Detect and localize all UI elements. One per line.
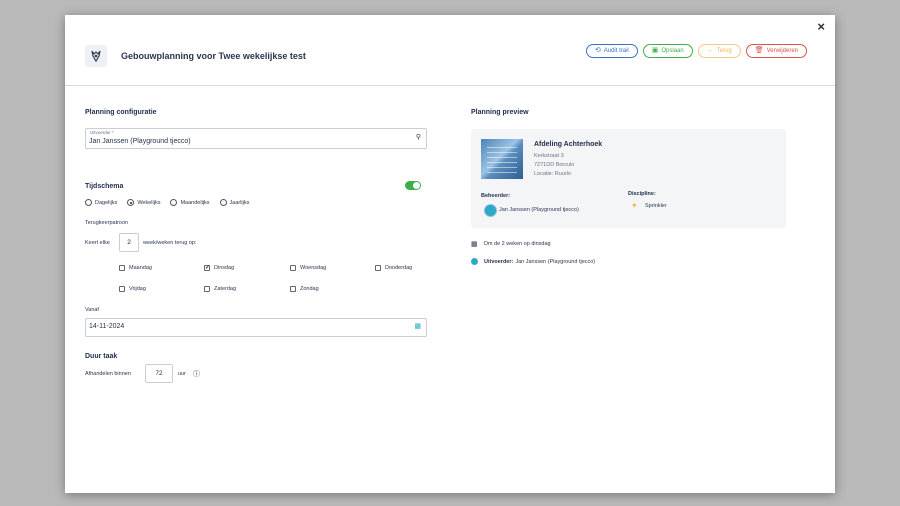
vanaf-date-input[interactable]: 14-11-2024 ▦ [85,318,427,337]
checkbox-box [204,264,210,271]
radio-maandelijks[interactable]: Maandelijks [170,199,210,206]
repeat-prefix: Keert elke [85,240,110,246]
building-street: Kerkstraat 3 [534,153,564,159]
building-location: Locatie: Ruurlo [534,171,571,177]
preview-section-title: Planning preview [471,109,529,116]
page-title: Gebouwplanning voor Twee wekelijkse test [121,51,306,61]
audit-trail-button[interactable]: ⟲ Audit trail [585,44,638,58]
back-label: Terug [716,48,732,54]
checkbox-label: Zondag [300,286,319,292]
building-image [481,139,523,179]
day-checkbox-woensdag[interactable]: Woensdag [290,265,326,271]
radio-indicator [127,199,135,206]
radio-indicator [170,199,178,206]
calendar-icon[interactable]: ▦ [414,322,421,330]
schedule-summary: ▦ Om de 2 weken op dinsdag [471,240,551,248]
sprinkler-icon: ✦ [631,201,638,210]
radio-indicator [219,199,227,206]
schedule-toggle[interactable] [405,181,421,190]
radio-indicator [85,199,92,206]
duration-title: Duur taak [85,353,118,360]
user-icon [471,258,478,265]
repeat-suffix: week/weken terug op: [143,240,197,246]
manager-value: Jan Janssen (Playground tjecco) [499,207,579,213]
checkbox-box [375,265,381,271]
radio-label: Wekelijks [137,199,161,206]
checkbox-label: Zaterdag [214,286,237,292]
executor-label: Uitvoerder: [484,258,514,265]
duration-hours-input[interactable]: 72 [145,364,173,383]
building-preview-card: Afdeling Achterhoek Kerkstraat 3 7271DD … [471,129,786,228]
vanaf-value: 14-11-2024 [89,323,125,330]
pattern-label: Terugkeerpatroon [85,220,129,226]
schedule-summary-text: Om de 2 weken op dinsdag [483,241,551,247]
radio-wekelijks[interactable]: Wekelijks [127,199,160,206]
discipline-value: Sprinkler [645,203,667,209]
checkbox-box [119,265,125,271]
modal-header: Gebouwplanning voor Twee wekelijkse test… [65,15,835,86]
duration-unit: uur [178,371,186,377]
day-checkbox-zondag[interactable]: Zondag [290,286,319,292]
checkbox-label: Vrijdag [129,286,146,292]
uitvoerder-label: Uitvoerder * [90,130,114,135]
uitvoerder-value: Jan Janssen (Playground tjecco) [89,138,191,145]
planning-modal: × Gebouwplanning voor Twee wekelijkse te… [65,15,835,493]
checkbox-box [290,265,296,271]
discipline-label: Discipline: [628,191,656,197]
vanaf-label: Vanaf [85,307,99,313]
radio-label: Maandelijks [180,199,210,206]
executor-value: Jan Janssen (Playground tjecco) [515,258,596,265]
calendar-icon: ▦ [471,241,478,248]
schedule-title: Tijdschema [85,183,124,190]
building-city: 7271DD Borculo [534,162,575,168]
delete-label: Verwijderen [766,48,798,54]
checkbox-label: Dinsdag [214,265,235,271]
back-button[interactable]: ← Terug [697,44,741,58]
checkbox-label: Donderdag [385,265,413,271]
header-actions: ⟲ Audit trail ▣ Opslaan ← Terug 🗑 Verwij… [585,44,807,58]
frequency-radio-group: Dagelijks Wekelijks Maandelijks Jaarlijk… [85,199,249,206]
checkbox-box [119,286,125,292]
checkbox-label: Woensdag [300,265,327,271]
building-name: Afdeling Achterhoek [534,141,603,148]
checkbox-label: Maandag [129,265,152,271]
executor-summary: Uitvoerder: Jan Janssen (Playground tjec… [471,258,595,265]
duration-prefix: Afhandelen binnen [85,371,131,377]
checkbox-box [290,286,296,292]
avatar [484,204,497,217]
save-icon: ▣ [651,47,659,54]
arrow-left-icon: ← [706,47,714,54]
radio-label: Jaarlijks [229,199,250,206]
day-checkbox-vrijdag[interactable]: Vrijdag [119,286,146,292]
history-icon: ⟲ [594,47,601,54]
checkbox-box [204,286,210,292]
uitvoerder-field[interactable]: Uitvoerder * Jan Janssen (Playground tje… [85,128,427,149]
save-button[interactable]: ▣ Opslaan [642,44,693,58]
radio-label: Dagelijks [95,199,118,206]
audit-trail-label: Audit trail [603,48,629,54]
save-label: Opslaan [661,48,684,54]
manager-label: Beheerder: [481,193,511,199]
day-checkbox-maandag[interactable]: Maandag [119,265,152,271]
delete-button[interactable]: 🗑 Verwijderen [745,44,807,58]
config-section-title: Planning configuratie [85,109,157,116]
trash-icon: 🗑 [754,47,764,54]
radio-jaarlijks[interactable]: Jaarlijks [219,199,250,206]
logo-icon [85,45,107,67]
repeat-interval-input[interactable]: 2 [119,233,139,252]
day-checkbox-donderdag[interactable]: Donderdag [375,265,412,271]
radio-dagelijks[interactable]: Dagelijks [85,199,117,206]
day-checkbox-dinsdag[interactable]: Dinsdag [204,264,235,271]
search-icon[interactable]: ⚲ [416,133,421,141]
day-checkbox-zaterdag[interactable]: Zaterdag [204,286,236,292]
info-icon[interactable]: ⓘ [193,369,200,379]
